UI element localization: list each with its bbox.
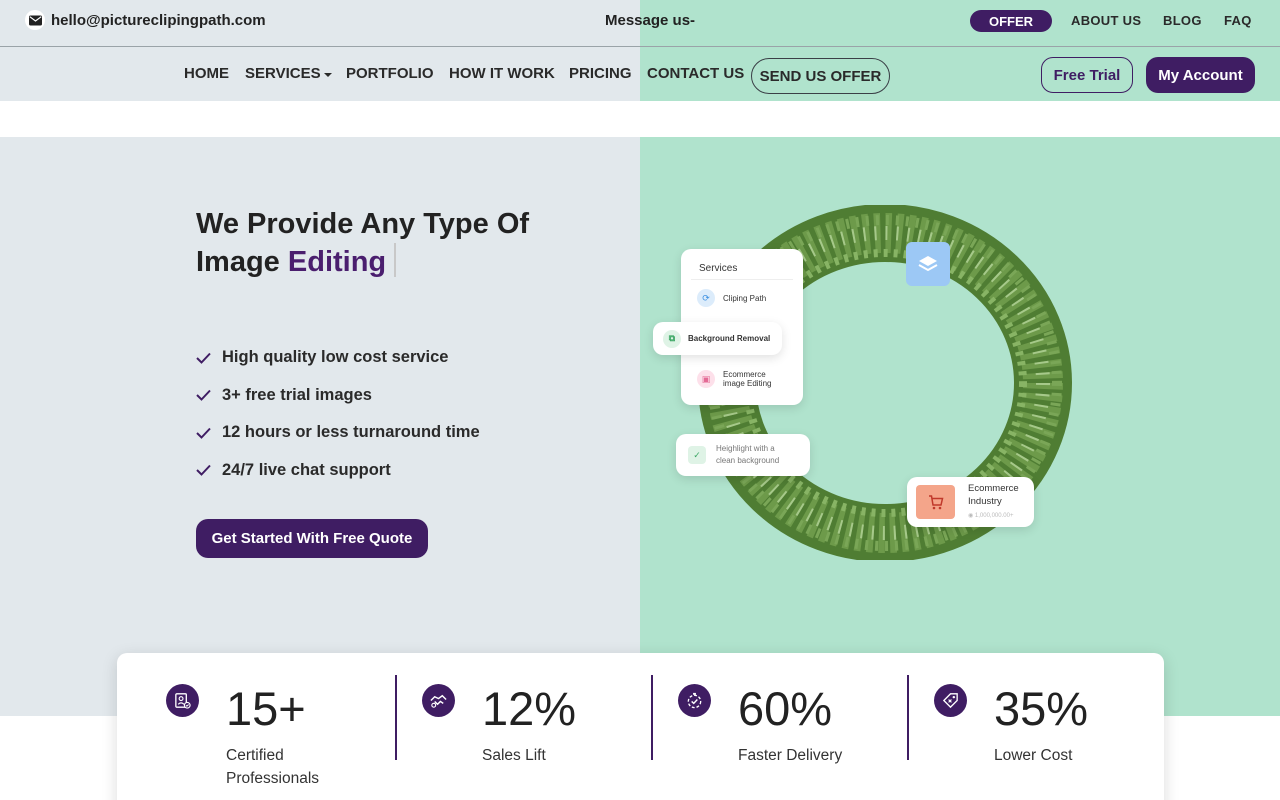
about-us-link[interactable]: ABOUT US (1071, 13, 1141, 28)
hero-title-line1: We Provide Any Type Of (196, 208, 530, 240)
check-icon (196, 427, 211, 439)
stat-label: Sales Lift (482, 747, 546, 764)
nav-home[interactable]: HOME (184, 65, 229, 82)
ecommerce-sub-value: 1,000,000.00+ (974, 512, 1014, 519)
stat-lower-cost: 35% Lower Cost (885, 653, 1141, 800)
get-started-button[interactable]: Get Started With Free Quote (196, 519, 428, 558)
caret-down-icon (323, 72, 332, 77)
service-label-line1: Ecommerce (723, 370, 766, 379)
feature-item: 12 hours or less turnaround time (196, 414, 480, 452)
ecommerce-text: Ecommerce Industry ◉ 1,000,000.00+ (968, 482, 1019, 523)
service-label: Cliping Path (723, 293, 767, 303)
main-nav: HOME SERVICES PORTFOLIO HOW IT WORK PRIC… (0, 48, 1280, 101)
nav-pricing-label: PRICING (569, 65, 632, 82)
offer-button[interactable]: OFFER (970, 10, 1052, 32)
hero-title-accent: Editing (287, 246, 387, 278)
faq-link[interactable]: FAQ (1224, 13, 1252, 28)
ecommerce-sub: ◉ 1,000,000.00+ (968, 512, 1014, 519)
stat-faster-delivery: 60% Faster Delivery (629, 653, 885, 800)
feature-text: 3+ free trial images (222, 385, 372, 404)
ecommerce-line2: Industry (968, 495, 1002, 507)
blog-link[interactable]: BLOG (1163, 13, 1202, 28)
handshake-icon (422, 684, 455, 717)
service-row: ⟳ Cliping Path (697, 289, 766, 307)
nav-portfolio[interactable]: PORTFOLIO (346, 65, 434, 82)
check-icon: ✓ (688, 446, 706, 464)
check-icon (196, 464, 211, 477)
feature-list: High quality low cost service 3+ free tr… (196, 339, 480, 489)
highlight-card: ✓ Heighlight with a clean background (676, 434, 810, 476)
stat-value: 35% (994, 682, 1089, 735)
price-tag-icon (934, 684, 967, 717)
stat-value: 15+ (226, 682, 306, 735)
hero-title: We Provide Any Type Of Image Editing (196, 206, 529, 281)
layers-icon (906, 242, 950, 286)
nav-home-label: HOME (184, 65, 229, 82)
message-us-text: Message us- (605, 12, 696, 29)
highlight-text: Heighlight with a clean background (716, 443, 779, 467)
stat-value: 12% (482, 682, 577, 735)
image-icon: ▣ (697, 370, 715, 388)
service-label: Ecommerce image Editing (723, 370, 771, 388)
nav-how-it-work[interactable]: HOW IT WORK (449, 65, 555, 82)
stat-label: Faster Delivery (738, 747, 843, 764)
typing-cursor (394, 243, 397, 277)
check-icon (196, 352, 211, 364)
stopwatch-icon (678, 684, 711, 717)
highlight-line2: clean background (716, 456, 780, 465)
feature-item: 3+ free trial images (196, 377, 480, 415)
nav-contact-us[interactable]: CONTACT US (647, 65, 744, 82)
send-us-offer-button[interactable]: SEND US OFFER (751, 58, 890, 94)
nav-contact-us-label: CONTACT US (647, 65, 745, 82)
nav-portfolio-label: PORTFOLIO (346, 65, 434, 82)
stat-certified: 15+ Certified Professionals (117, 653, 373, 800)
stat-sales-lift: 12% Sales Lift (373, 653, 629, 800)
certificate-icon (166, 684, 199, 717)
cart-icon (916, 485, 955, 519)
background-removal-card: ⧉ Background Removal (653, 322, 782, 355)
free-trial-button[interactable]: Free Trial (1041, 57, 1133, 93)
service-label-line2: image Editing (723, 379, 772, 388)
envelope-icon (25, 10, 45, 30)
stats-panel: 15+ Certified Professionals 12% Sales Li… (117, 653, 1164, 800)
stat-label: Lower Cost (994, 747, 1073, 764)
ecommerce-industry-card: Ecommerce Industry ◉ 1,000,000.00+ (907, 477, 1034, 527)
feature-item: 24/7 live chat support (196, 452, 480, 490)
hero-title-prefix: Image (196, 246, 280, 278)
refresh-icon: ⟳ (697, 289, 715, 307)
email-link[interactable]: hello@pictureclipingpath.com (25, 10, 266, 30)
top-bar: hello@pictureclipingpath.com Message us-… (0, 0, 1280, 47)
nav-services-label: SERVICES (245, 65, 321, 82)
service-label: Background Removal (688, 334, 771, 343)
feature-text: High quality low cost service (222, 348, 449, 367)
services-divider (691, 279, 793, 280)
stat-label: Certified Professionals (226, 747, 320, 787)
feature-item: High quality low cost service (196, 339, 480, 377)
nav-services[interactable]: SERVICES (245, 65, 332, 82)
ecommerce-line1: Ecommerce (968, 482, 1019, 494)
service-row: ▣ Ecommerce image Editing (697, 370, 771, 388)
my-account-button[interactable]: My Account (1146, 57, 1255, 93)
nav-how-it-work-label: HOW IT WORK (449, 65, 555, 82)
hero-title-line2: Image Editing (196, 243, 529, 281)
check-icon (196, 389, 211, 402)
stat-value: 60% (738, 682, 833, 735)
header-spacer (0, 101, 1280, 137)
feature-text: 24/7 live chat support (222, 460, 391, 479)
email-text: hello@pictureclipingpath.com (51, 11, 266, 29)
copy-icon: ⧉ (663, 329, 681, 348)
feature-text: 12 hours or less turnaround time (222, 423, 480, 442)
services-card-header: Services (699, 263, 738, 274)
nav-pricing[interactable]: PRICING (569, 65, 632, 82)
highlight-line1: Heighlight with a (716, 444, 775, 453)
